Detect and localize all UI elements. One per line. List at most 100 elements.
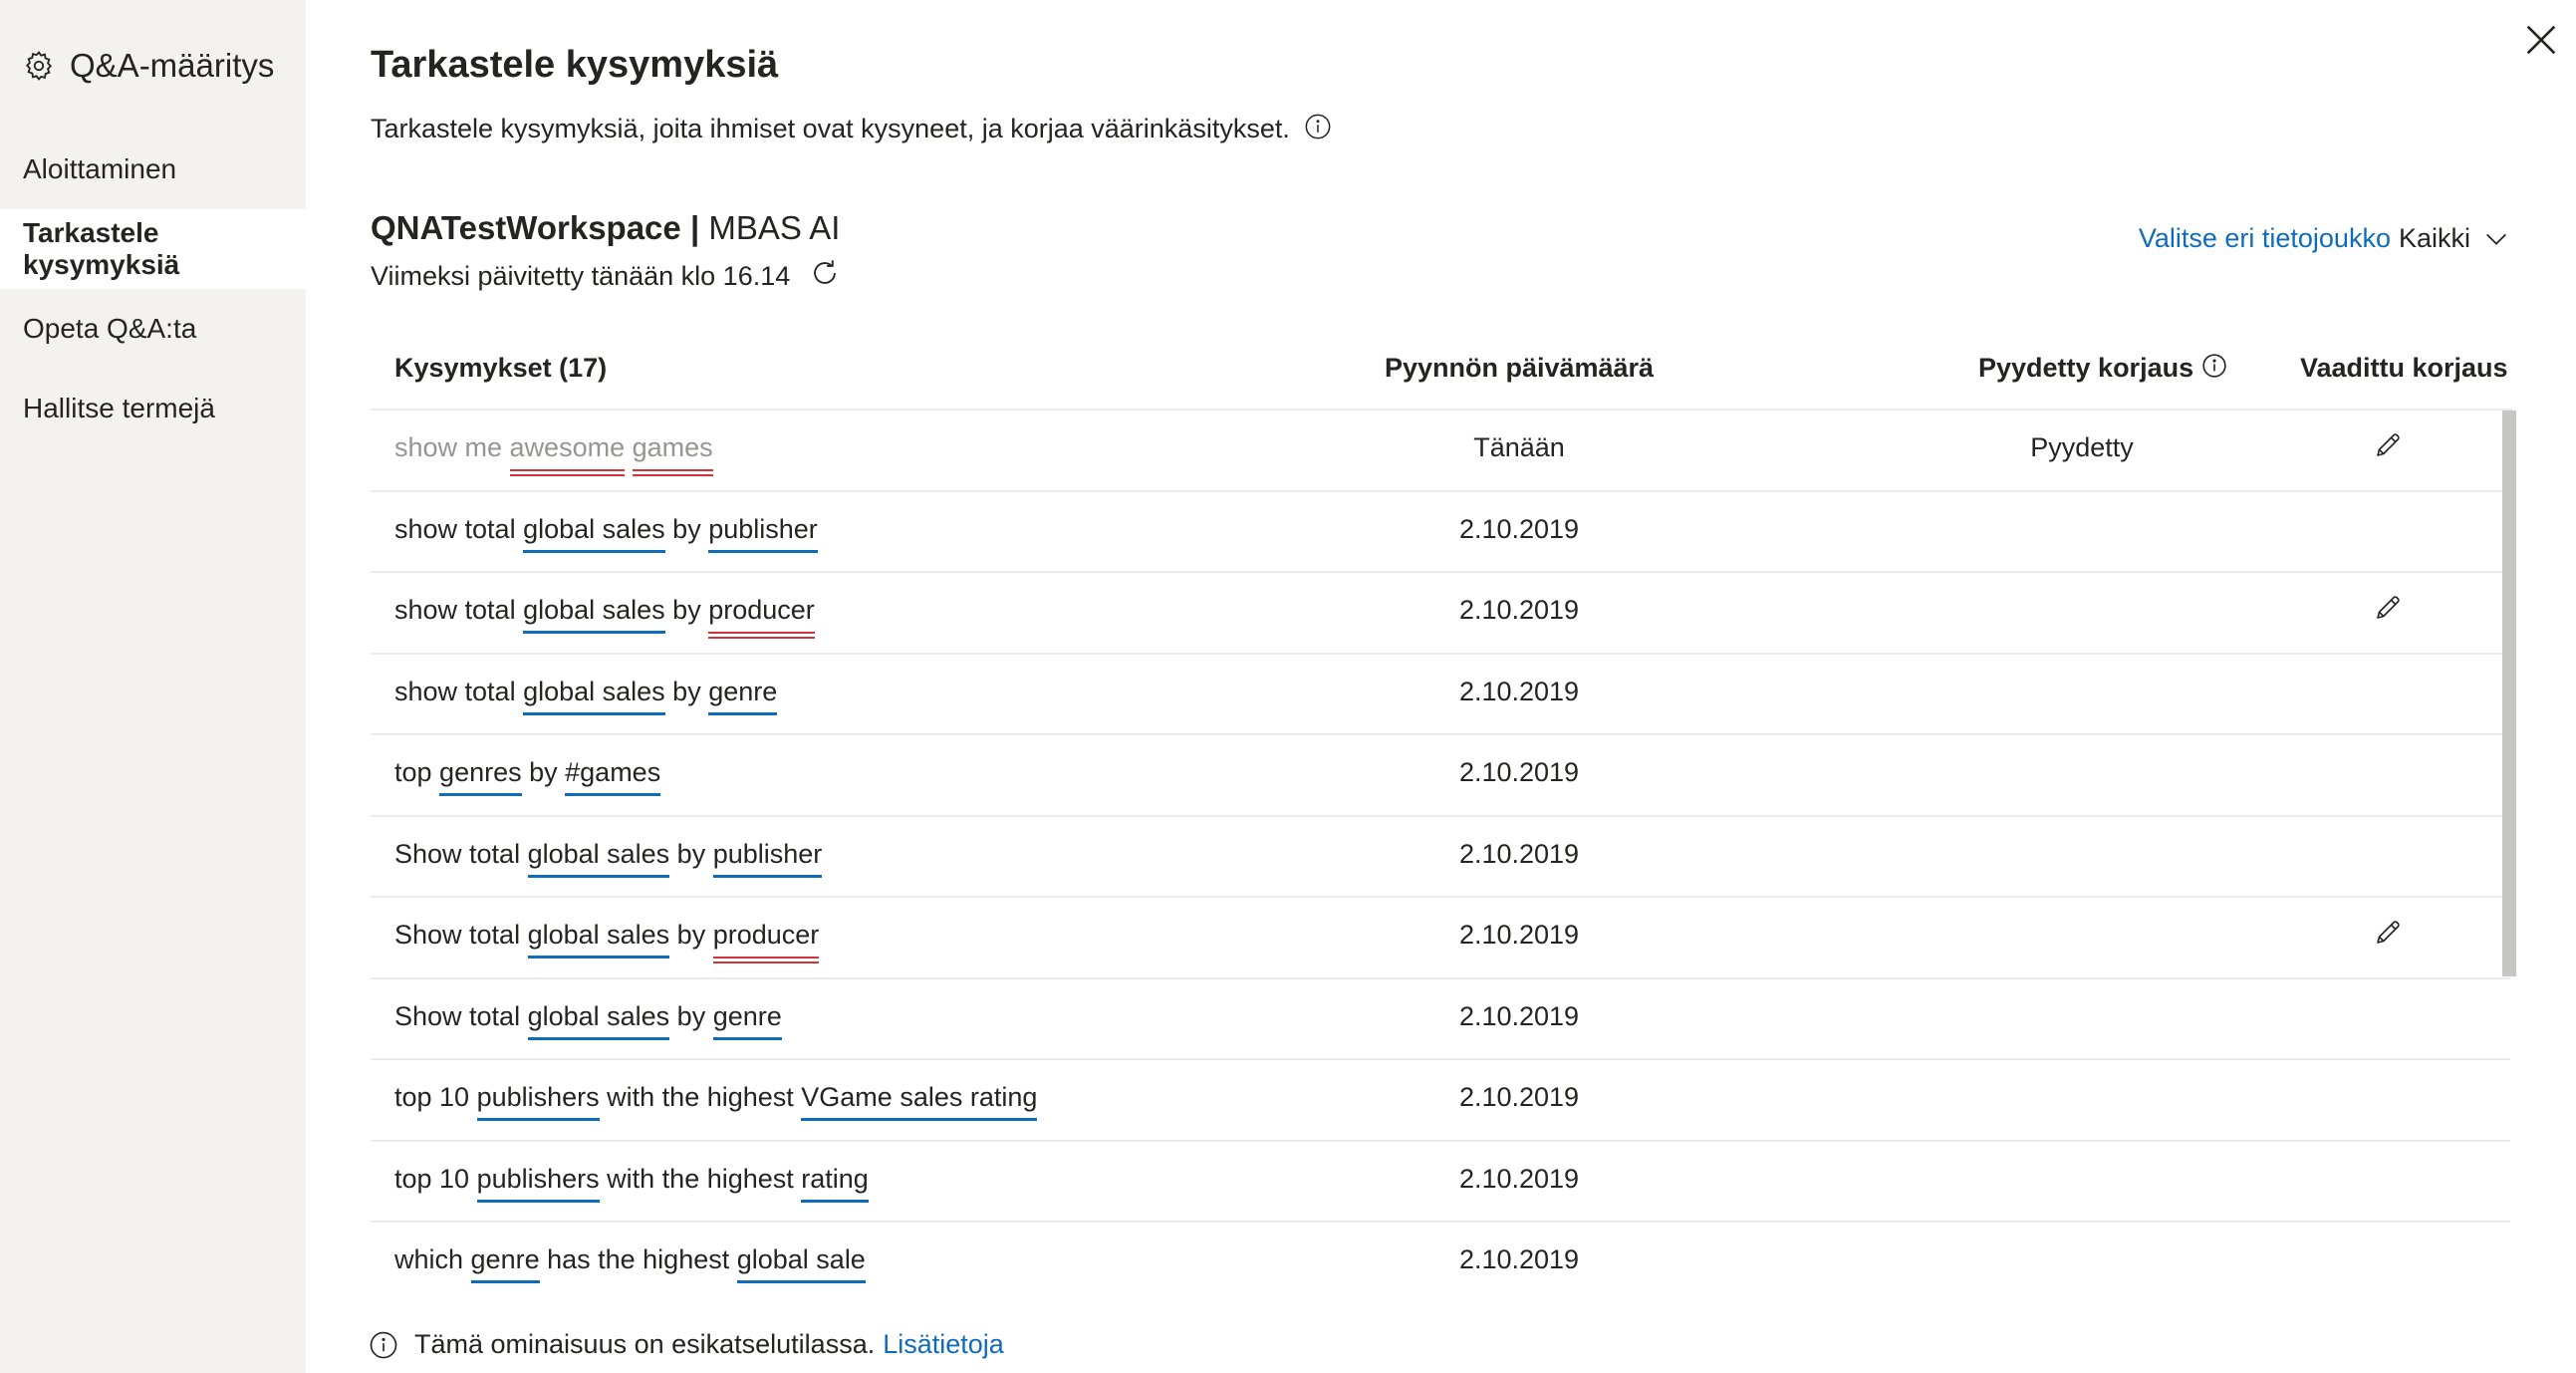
recognized-term[interactable]: global sale	[736, 1244, 866, 1283]
recognized-term[interactable]: genre	[708, 677, 778, 715]
sidebar-item-label: Hallitse termejä	[23, 393, 215, 423]
requested-fix-status: Pyydetty	[2030, 432, 2134, 462]
table-row[interactable]: which genre has the highest global sale 2…	[371, 1223, 2510, 1304]
question-fragment: Show total	[394, 838, 528, 869]
recognized-term[interactable]: global sales	[527, 1001, 669, 1040]
workspace-name: QNATestWorkspace	[371, 209, 681, 246]
preview-notice: Tämä ominaisuus on esikatselutilassa. Li…	[369, 1329, 1004, 1360]
table-row[interactable]: show total global sales by genre 2.10.201…	[371, 655, 2510, 735]
table-row[interactable]: Show total global sales by genre 2.10.201…	[371, 979, 2510, 1060]
unrecognized-term[interactable]: producer	[708, 595, 815, 634]
question-fragment: with the highest	[599, 1163, 802, 1194]
column-header-required-fix[interactable]: Vaadittu korjaus	[2300, 353, 2508, 384]
table-row[interactable]: top 10 publishers with the highest VGame…	[371, 1060, 2510, 1142]
table-row[interactable]: top 10 publishers with the highest ratin…	[371, 1142, 2510, 1223]
sidebar-item-getting-started[interactable]: Aloittaminen	[0, 130, 306, 209]
learn-more-link[interactable]: Lisätietoja	[883, 1329, 1004, 1360]
sidebar-item-label: Tarkastele kysymyksiä	[23, 217, 180, 280]
request-date: 2.10.2019	[1458, 1000, 1580, 1031]
unrecognized-term[interactable]: games	[632, 432, 713, 471]
info-icon[interactable]	[2201, 353, 2227, 379]
recognized-term[interactable]: publisher	[708, 514, 818, 553]
page-description: Tarkastele kysymyksiä, joita ihmiset ova…	[371, 114, 1332, 144]
info-icon[interactable]	[1304, 113, 1332, 140]
sidebar-title: Q&A-määritys	[70, 47, 275, 84]
request-date: 2.10.2019	[1458, 757, 1580, 787]
recognized-term[interactable]: publisher	[712, 839, 822, 878]
recognized-term[interactable]: publishers	[476, 1164, 600, 1203]
question-text[interactable]: top 10 publishers with the highest VGame…	[394, 1082, 1038, 1121]
column-header-requested-fix-label: Pyydetty korjaus	[1978, 353, 2194, 383]
recognized-term[interactable]: genres	[439, 757, 522, 796]
pencil-icon[interactable]	[2373, 430, 2403, 460]
last-updated-text: Viimeksi päivitetty tänään klo 16.14	[371, 261, 791, 291]
page-title: Tarkastele kysymyksiä	[371, 44, 779, 86]
sidebar-item-label: Opeta Q&A:ta	[23, 313, 197, 344]
recognized-term[interactable]: global sales	[523, 514, 665, 553]
table-row[interactable]: show me awesome games Tänään Pyydetty	[371, 411, 2510, 492]
gear-icon	[25, 51, 53, 81]
last-updated: Viimeksi päivitetty tänään klo 16.14	[371, 259, 842, 292]
sidebar: Q&A-määritys Aloittaminen Tarkastele kys…	[0, 0, 306, 1373]
question-fragment: by	[664, 513, 709, 544]
question-text[interactable]: Show total global sales by producer	[394, 920, 819, 959]
table-header: Kysymykset (17) Pyynnön päivämäärä Pyyde…	[371, 329, 2512, 411]
dataset-select-value[interactable]: Kaikki	[2399, 223, 2470, 254]
table-row[interactable]: top genres by #games 2.10.2019	[371, 735, 2510, 817]
question-text[interactable]: Show total global sales by genre	[394, 1000, 782, 1040]
table-row[interactable]: Show total global sales by producer 2.10.…	[371, 898, 2510, 979]
chevron-down-icon[interactable]	[2482, 225, 2510, 253]
question-text[interactable]: top 10 publishers with the highest ratin…	[394, 1163, 869, 1203]
unrecognized-term[interactable]: awesome	[509, 432, 625, 471]
dataset-picker: Valitse eri tietojoukko Kaikki	[2139, 223, 2510, 254]
recognized-term[interactable]: global sales	[523, 595, 665, 634]
recognized-term[interactable]: genre	[712, 1001, 782, 1040]
workspace-heading: QNATestWorkspace | MBAS AI	[371, 209, 840, 247]
question-text[interactable]: show total global sales by genre	[394, 676, 778, 715]
column-header-requested-fix[interactable]: Pyydetty korjaus	[1978, 353, 2227, 384]
question-fragment: show total	[394, 513, 524, 544]
request-date: 2.10.2019	[1458, 513, 1580, 544]
question-fragment: by	[521, 757, 566, 787]
recognized-term[interactable]: global sales	[523, 677, 665, 715]
recognized-term[interactable]: publishers	[476, 1082, 600, 1121]
close-icon[interactable]	[2521, 20, 2561, 60]
sidebar-item-review-questions[interactable]: Tarkastele kysymyksiä	[0, 209, 306, 289]
request-date: Tänään	[1473, 432, 1565, 462]
question-text[interactable]: top genres by #games	[394, 757, 661, 796]
pencil-icon[interactable]	[2373, 593, 2403, 623]
sidebar-item-manage-terms[interactable]: Hallitse termejä	[0, 369, 306, 448]
scrollbar-thumb[interactable]	[2502, 411, 2516, 976]
recognized-term[interactable]: #games	[565, 757, 661, 796]
request-date: 2.10.2019	[1458, 676, 1580, 706]
recognized-term[interactable]: rating	[801, 1164, 869, 1203]
questions-table: Kysymykset (17) Pyynnön päivämäärä Pyyde…	[371, 329, 2512, 1283]
pencil-icon[interactable]	[2373, 918, 2403, 948]
question-fragment: by	[669, 920, 713, 950]
recognized-term[interactable]: global sales	[527, 920, 669, 959]
choose-dataset-link[interactable]: Valitse eri tietojoukko	[2139, 223, 2391, 254]
recognized-term[interactable]: VGame sales rating	[801, 1082, 1038, 1121]
question-fragment: by	[669, 1000, 713, 1031]
request-date: 2.10.2019	[1458, 595, 1580, 625]
refresh-icon[interactable]	[808, 256, 842, 290]
request-date: 2.10.2019	[1458, 1244, 1580, 1274]
preview-notice-text: Tämä ominaisuus on esikatselutilassa.	[414, 1329, 876, 1359]
unrecognized-term[interactable]: producer	[712, 920, 819, 959]
column-header-questions[interactable]: Kysymykset (17)	[394, 353, 607, 384]
question-text[interactable]: show total global sales by publisher	[394, 513, 818, 553]
question-text[interactable]: which genre has the highest global sale	[394, 1244, 866, 1283]
table-row[interactable]: show total global sales by producer 2.10.…	[371, 573, 2510, 655]
sidebar-item-teach-qa[interactable]: Opeta Q&A:ta	[0, 289, 306, 369]
recognized-term[interactable]: genre	[470, 1244, 540, 1283]
table-row[interactable]: Show total global sales by publisher 2.10…	[371, 817, 2510, 898]
question-text[interactable]: show me awesome games	[394, 432, 713, 471]
question-fragment: by	[664, 676, 709, 706]
table-row[interactable]: show total global sales by publisher 2.10…	[371, 492, 2510, 573]
recognized-term[interactable]: global sales	[527, 839, 669, 878]
question-fragment	[625, 432, 633, 462]
question-text[interactable]: show total global sales by producer	[394, 595, 815, 634]
question-fragment: with the highest	[599, 1082, 802, 1112]
sidebar-item-label: Aloittaminen	[23, 153, 177, 184]
question-text[interactable]: Show total global sales by publisher	[394, 838, 822, 878]
